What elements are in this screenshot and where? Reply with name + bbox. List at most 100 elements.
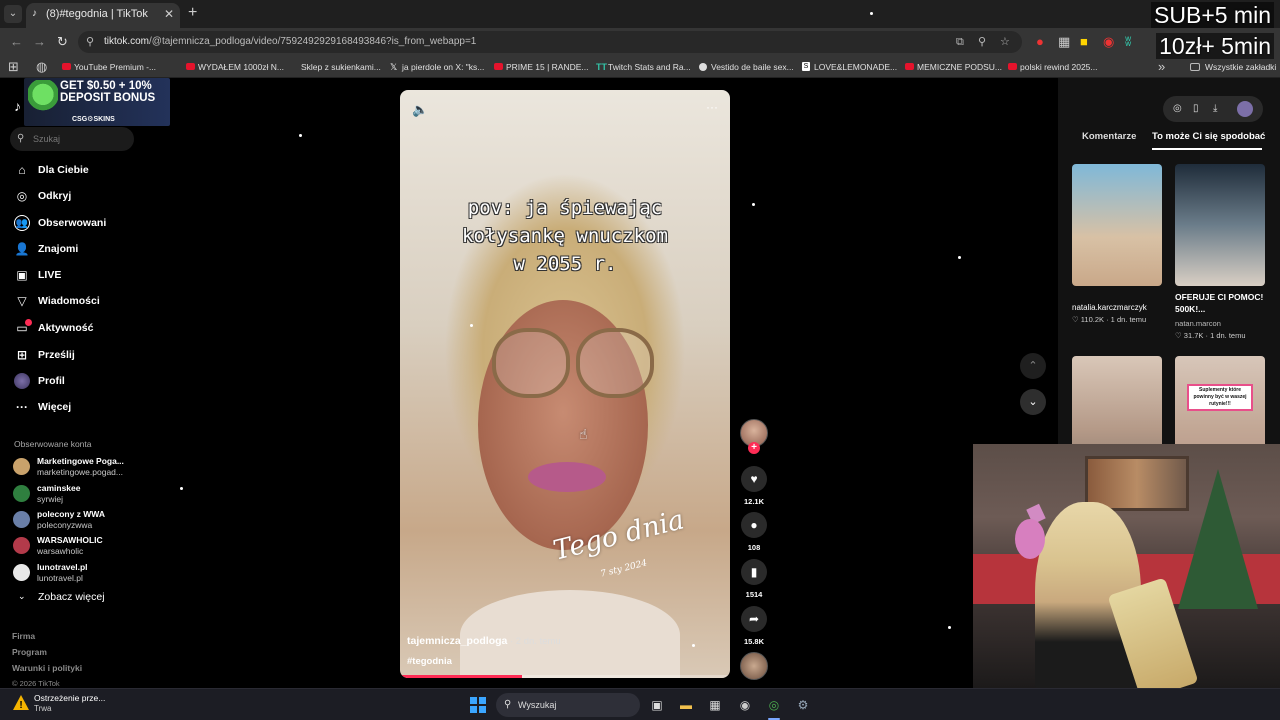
upload-icon: ⊞ [16,348,28,362]
recommended-video-author[interactable]: natalia.karczmarczyk [1072,303,1147,312]
tab-recommended[interactable]: To może Ci się spodobać [1152,131,1265,142]
task-view-icon[interactable]: ▣ [648,696,666,714]
followed-account[interactable]: Marketingowe Poga... marketingowe.pogad.… [13,455,153,479]
bookmark-item[interactable]: PRIME 15 | RANDE... [494,59,589,75]
bookmark-star-icon[interactable]: ☆ [1000,31,1010,53]
zoom-icon[interactable]: ⚲ [978,31,986,53]
compass-icon[interactable]: ◎ [1173,96,1182,122]
active-tab-indicator [1152,148,1262,150]
warning-title[interactable]: Ostrzeżenie prze... [34,693,105,703]
followed-account[interactable]: caminskee syrwiej [13,482,153,506]
recommended-video-stats: ♡ 110.2K · 1 dn. temu [1072,315,1147,324]
footer-link[interactable]: Firma [12,631,35,641]
chrome-icon[interactable]: ◎ [765,696,783,714]
comment-button[interactable]: ● 108 [741,512,767,552]
footer-link[interactable]: Warunki i polityki [12,663,82,673]
ad-banner[interactable]: GET $0.50 + 10% DEPOSIT BONUS CSG⚙SKINS [24,78,170,126]
recommended-video-title[interactable]: OFERUJE CI POMOC! 500K!... [1175,291,1267,315]
nav-friends[interactable]: 👤 Znajomi [14,239,79,259]
apps-icon[interactable]: ⊞ [8,59,19,75]
bookmark-item[interactable]: Vestido de baile sex... [699,59,794,75]
previous-video-button[interactable]: ⌃ [1020,353,1046,379]
next-video-button[interactable]: ⌄ [1020,389,1046,415]
active-tab[interactable]: ♪ (8)#tegodnia | TikTok ✕ [26,3,180,28]
tiktok-logo-icon[interactable]: ♪ [14,98,21,114]
extension-icon[interactable]: ▦ [1058,34,1070,50]
nav-explore[interactable]: ◎ Odkryj [14,186,72,206]
warning-icon[interactable]: ! [12,694,30,712]
follow-plus-icon[interactable]: + [748,442,760,454]
download-icon[interactable]: ⤓ [1213,96,1217,122]
url-path: /@tajemnicza_podloga/video/7592492929168… [149,36,477,47]
back-icon[interactable]: ← [10,34,23,50]
video-author[interactable]: tajemnicza_podloga · 2 dn. temu [407,635,561,647]
followed-account[interactable]: lunotravel.pl lunotravel.pl [13,561,153,585]
forward-icon[interactable]: → [33,34,46,50]
extension-icon[interactable]: ● [1036,34,1044,50]
like-button[interactable]: ♥ 12.1K [741,466,767,506]
phone-icon[interactable]: ▯ [1193,96,1199,122]
nav-for-you[interactable]: ⌂ Dla Ciebie [14,160,88,180]
bookmark-item[interactable]: Sklep z sukienkami... [289,59,381,75]
more-bookmarks-button[interactable]: » [1158,59,1165,75]
comment-count: 108 [747,543,761,552]
nav-more[interactable]: ··· Więcej [14,397,71,417]
followed-account[interactable]: WARSAWHOLIC warsawholic [13,534,153,558]
player-tools: ◎ ▯ ⤓ [1163,96,1263,122]
recommended-video-author[interactable]: natan.marcon [1175,319,1221,328]
snow-speck [180,487,183,490]
more-options-icon[interactable]: ··· [706,100,718,114]
share-button[interactable]: ➦ 15.8K [741,606,767,646]
nav-messages[interactable]: ▽ Wiadomości [14,291,99,311]
store-icon[interactable]: ▦ [706,696,724,714]
new-tab-button[interactable]: + [188,5,197,21]
reload-icon[interactable]: ↻ [57,34,68,50]
video-player[interactable]: 🔈 ··· pov: ja śpiewając kołysankę wnuczk… [400,90,730,678]
tab-comments[interactable]: Komentarze [1082,131,1136,142]
nav-activity[interactable]: ▭ Aktywność [14,318,93,338]
bookmark-item[interactable]: S LOVE&LEMONADE... [802,59,897,75]
bookmark-icon[interactable]: ◍ [36,59,47,75]
search-input[interactable]: ⚲ Szukaj [10,127,134,151]
extension-icon[interactable]: ■ [1080,34,1088,50]
video-hashtag[interactable]: #tegodnia [407,656,452,667]
obs-icon[interactable]: ◉ [736,696,754,714]
tab-list-button[interactable]: ⌄ [4,5,22,23]
see-more-button[interactable]: ⌄ Zobacz więcej [18,591,105,603]
all-bookmarks-folder[interactable]: Wszystkie zakładki [1190,59,1276,75]
bookmark-item[interactable]: MEMICZNE PODSU... [905,59,1002,75]
volume-icon[interactable]: 🔈 [412,102,428,118]
nav-upload[interactable]: ⊞ Prześlij [14,345,75,365]
recommended-video-thumbnail[interactable] [1175,164,1265,286]
extension-icon[interactable]: ʬ [1125,34,1131,50]
bookmark-item[interactable]: WYDAŁEM 1000zł N... [186,59,284,75]
bookmark-item[interactable]: YouTube Premium -... [62,59,156,75]
followed-account[interactable]: polecony z WWA poleconyzwwa [13,508,153,532]
close-tab-icon[interactable]: ✕ [164,3,174,25]
install-app-icon[interactable]: ⧉ [956,31,964,53]
settings-gear-icon[interactable]: ⚙ [794,696,812,714]
bookmark-item[interactable]: polski rewind 2025... [1008,59,1098,75]
taskbar-search[interactable]: ⚲ Wyszukaj [496,693,640,717]
user-avatar[interactable] [1237,101,1253,117]
bookmark-item[interactable]: TT Twitch Stats and Ra... [596,59,691,75]
footer-link[interactable]: Program [12,647,47,657]
video-progress-fill [400,675,523,678]
video-progress-bar[interactable] [400,675,730,678]
compass-icon: ◎ [16,189,28,203]
nav-live[interactable]: ▣ LIVE [14,265,61,285]
file-explorer-icon[interactable]: ▬ [677,696,695,714]
snow-speck [299,134,302,137]
bookmark-item[interactable]: 𝕏ja pierdole on X: "ks... [390,59,484,75]
recommended-video-thumbnail[interactable] [1072,164,1162,286]
nav-profile[interactable]: Profil [14,371,65,391]
save-button[interactable]: ▮ 1514 [741,559,767,599]
nav-following[interactable]: 👥 Obserwowani [14,213,106,233]
url-field[interactable]: ⚲ tiktok.com/@tajemnicza_podloga/video/7… [78,31,1022,53]
extension-icon[interactable]: ◉ [1103,34,1114,50]
copyright: © 2026 TikTok [12,679,60,688]
sound-avatar[interactable] [740,652,768,680]
site-info-icon[interactable]: ⚲ [86,31,94,53]
windows-start-icon[interactable] [470,697,486,713]
stream-overlay-sub-text: SUB+5 min [1151,2,1274,28]
